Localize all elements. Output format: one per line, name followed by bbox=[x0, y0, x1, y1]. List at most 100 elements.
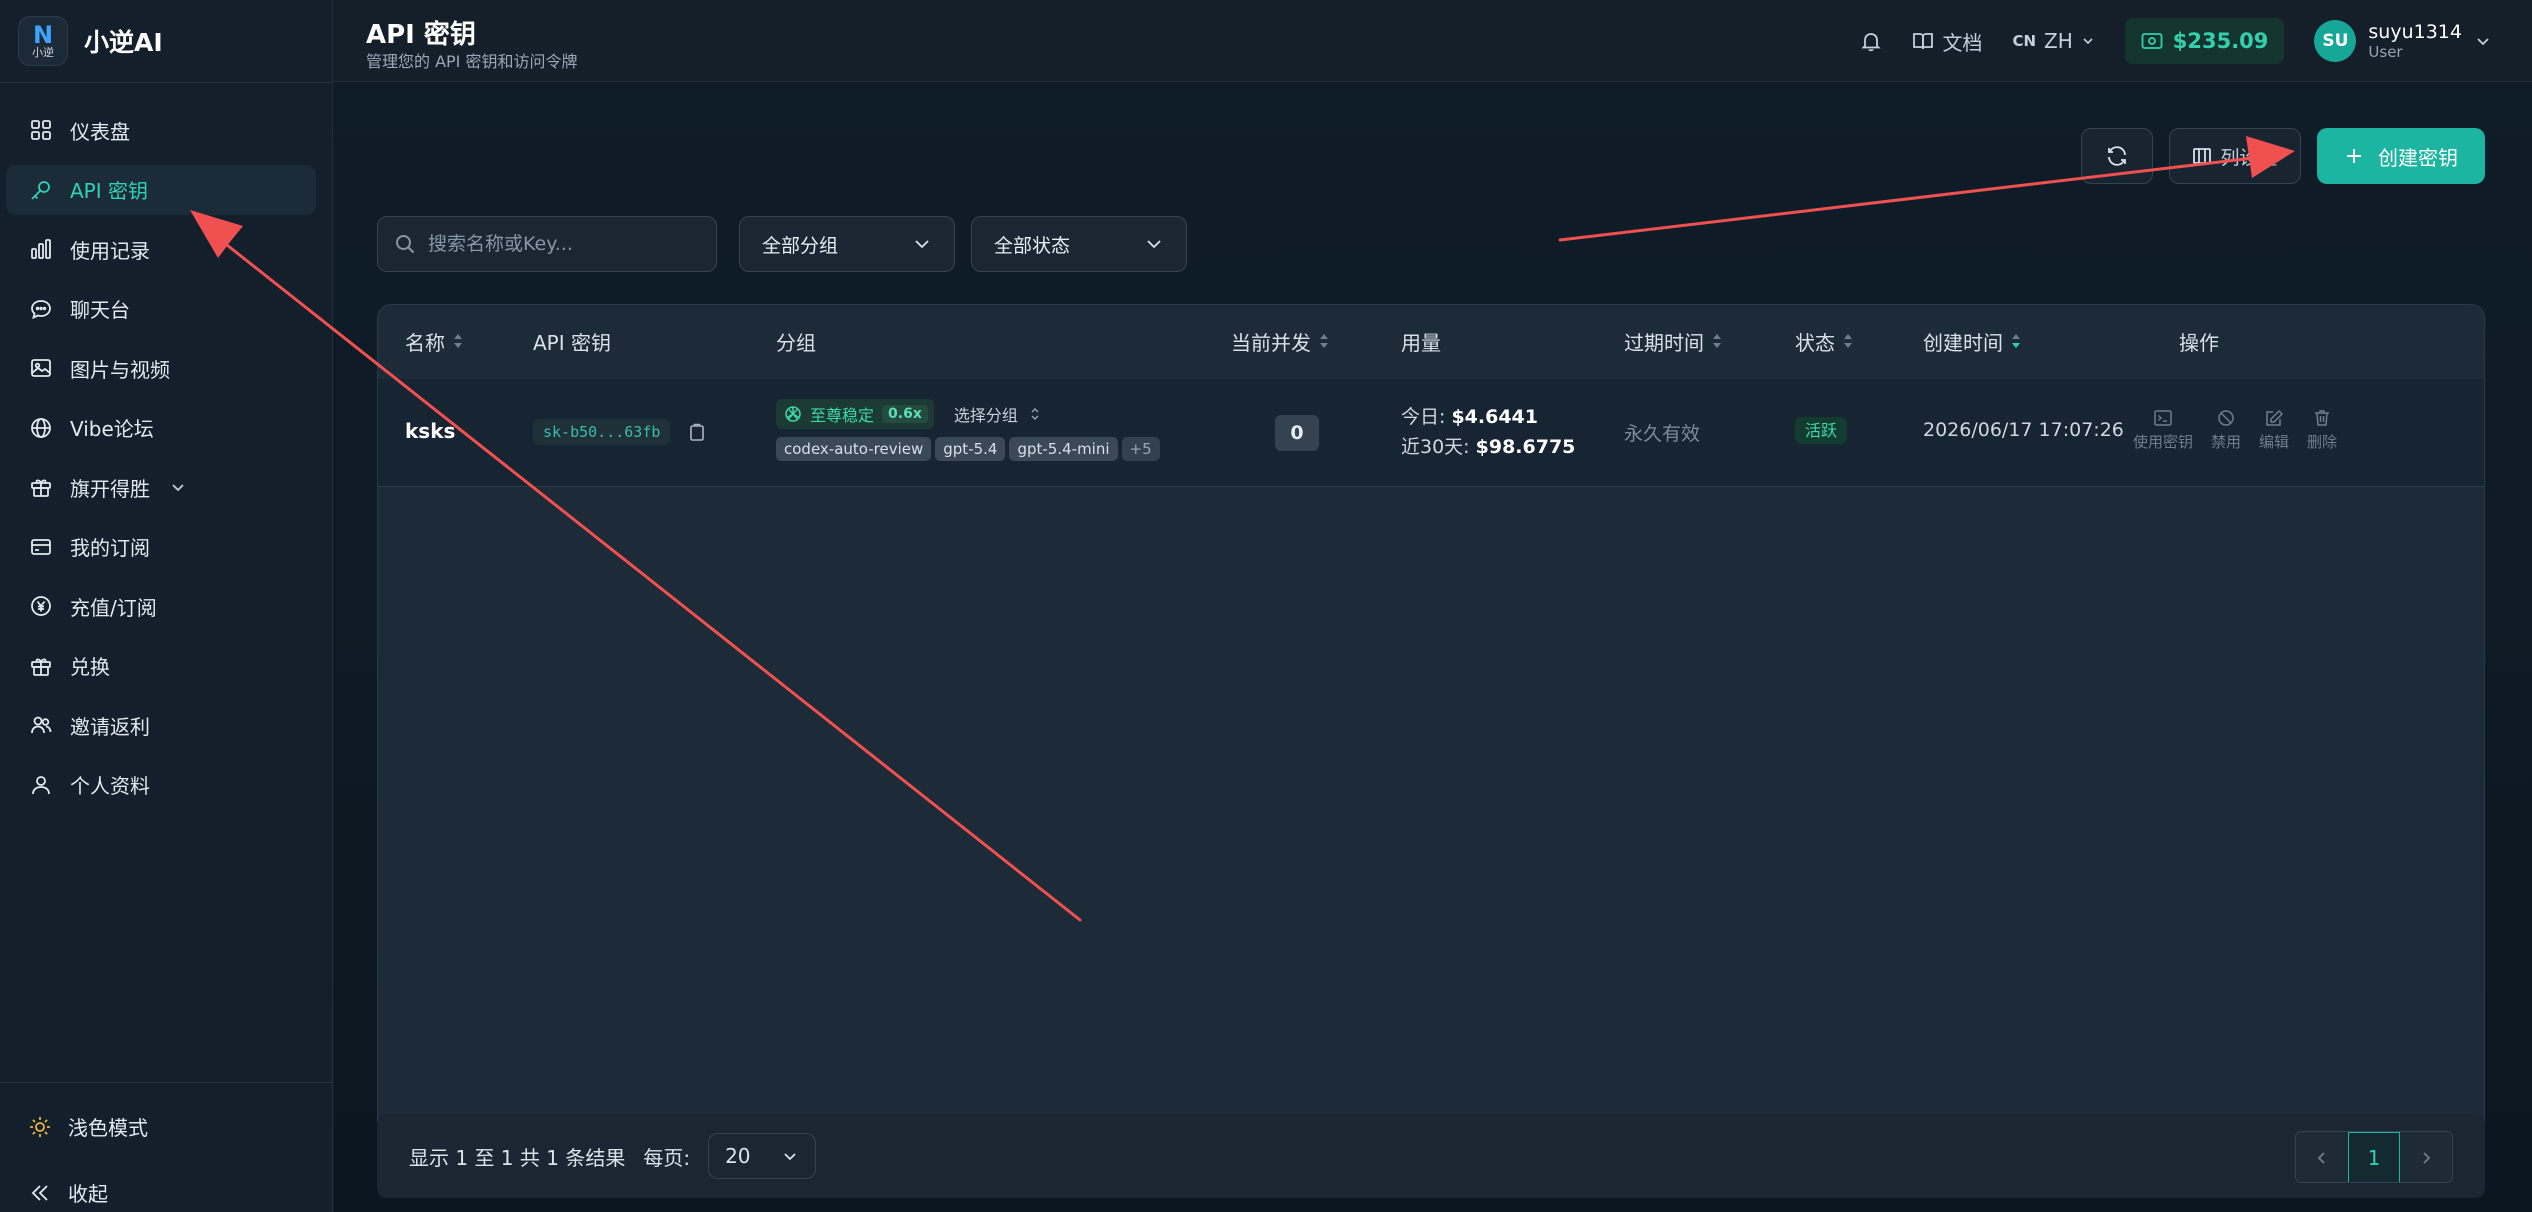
language-switcher[interactable]: CN ZH bbox=[2012, 29, 2094, 53]
sort-icon bbox=[1712, 332, 1722, 350]
sidebar-item-label: 我的订阅 bbox=[70, 536, 150, 560]
chevron-right-icon bbox=[2418, 1150, 2434, 1166]
column-header-label: 用量 bbox=[1401, 330, 1441, 355]
user-info: suyu1314 User bbox=[2368, 21, 2462, 61]
group-ratio: 0.6x bbox=[882, 405, 928, 423]
edit-label: 编辑 bbox=[2259, 433, 2290, 451]
sun-icon bbox=[28, 1115, 52, 1139]
chevron-down-icon bbox=[2081, 34, 2095, 48]
key-cell: sk-b50...63fb bbox=[533, 419, 706, 445]
user-menu[interactable]: SU suyu1314 User bbox=[2314, 20, 2492, 62]
status-filter-value: 全部状态 bbox=[994, 234, 1071, 257]
column-header-key: API 密钥 bbox=[533, 305, 611, 377]
notification-button[interactable] bbox=[1860, 30, 1882, 52]
docs-link[interactable]: 文档 bbox=[1912, 27, 1982, 56]
column-header-group: 分组 bbox=[776, 305, 816, 377]
column-settings-button[interactable]: 列设置 bbox=[2169, 128, 2301, 184]
page-button-current[interactable]: 1 bbox=[2348, 1132, 2400, 1182]
chat-icon bbox=[28, 296, 54, 322]
prev-page-button[interactable] bbox=[2296, 1132, 2348, 1182]
api-keys-table: 名称 API 密钥 分组 当前并发 用量 过期时间 状态 创建时间 操作 ksk… bbox=[377, 304, 2485, 1165]
status-badge: 活跃 bbox=[1795, 417, 1848, 444]
column-header-created[interactable]: 创建时间 bbox=[1923, 305, 2021, 377]
search-input[interactable] bbox=[428, 233, 698, 255]
select-group-dropdown[interactable]: 选择分组 bbox=[954, 402, 1040, 426]
user-role: User bbox=[2368, 43, 2403, 61]
dashboard-icon bbox=[28, 117, 54, 143]
refresh-button[interactable] bbox=[2081, 128, 2153, 184]
page-title: API 密钥 bbox=[366, 20, 476, 50]
sort-icon bbox=[1843, 332, 1853, 350]
column-header-label: API 密钥 bbox=[533, 330, 611, 355]
sidebar-item-api-keys[interactable]: API 密钥 bbox=[6, 164, 316, 215]
chevron-down-icon bbox=[170, 479, 186, 495]
sidebar-item-profile[interactable]: 个人资料 bbox=[6, 760, 316, 810]
sidebar-item-promo[interactable]: 旗开得胜 bbox=[6, 462, 316, 512]
copy-icon[interactable] bbox=[688, 422, 706, 442]
create-key-button[interactable]: 创建密钥 bbox=[2317, 128, 2485, 184]
sidebar-item-dashboard[interactable]: 仪表盘 bbox=[6, 105, 316, 155]
balance-badge[interactable]: $235.09 bbox=[2124, 18, 2285, 64]
group-filter-select[interactable]: 全部分组 bbox=[739, 216, 955, 272]
sidebar-item-subscriptions[interactable]: 我的订阅 bbox=[6, 522, 316, 572]
divider bbox=[0, 1082, 333, 1083]
search-icon bbox=[394, 233, 416, 255]
column-header-label: 当前并发 bbox=[1231, 330, 1311, 355]
column-header-name[interactable]: 名称 bbox=[405, 305, 463, 377]
column-header-usage: 用量 bbox=[1401, 305, 1441, 377]
brand-logo-sub: 小逆 bbox=[32, 46, 54, 59]
more-tags-badge[interactable]: +5 bbox=[1121, 437, 1160, 461]
next-page-button[interactable] bbox=[2400, 1132, 2452, 1182]
openai-icon bbox=[784, 405, 802, 423]
sidebar-item-media[interactable]: 图片与视频 bbox=[6, 343, 316, 393]
column-header-actions: 操作 bbox=[2179, 305, 2219, 377]
pagination-bar: 显示 1 至 1 共 1 条结果 每页: 20 1 bbox=[377, 1114, 2485, 1198]
sidebar-item-recharge[interactable]: 充值/订阅 bbox=[6, 581, 316, 631]
group-cell: 至尊稳定 0.6x 选择分组 codex-auto-review gpt-5.4 g… bbox=[776, 399, 1164, 461]
column-header-label: 创建时间 bbox=[1923, 330, 2003, 355]
gift-icon bbox=[28, 474, 54, 500]
sidebar-item-label: API 密钥 bbox=[70, 179, 148, 203]
chevron-down-icon bbox=[781, 1147, 799, 1165]
column-header-expiry[interactable]: 过期时间 bbox=[1624, 305, 1722, 377]
brand[interactable]: N 小逆 小逆AI bbox=[18, 16, 163, 66]
brand-name: 小逆AI bbox=[84, 28, 163, 57]
avatar: SU bbox=[2314, 20, 2357, 62]
sidebar-item-label: 兑换 bbox=[70, 655, 110, 679]
edit-button[interactable]: 编辑 bbox=[2259, 409, 2289, 452]
status-filter-select[interactable]: 全部状态 bbox=[971, 216, 1187, 272]
chevron-left-icon bbox=[2314, 1150, 2330, 1166]
sidebar-item-redeem[interactable]: 兑换 bbox=[6, 641, 316, 691]
pagination-info: 显示 1 至 1 共 1 条结果 每页: 20 bbox=[409, 1114, 817, 1198]
create-key-label: 创建密钥 bbox=[2378, 145, 2458, 170]
column-header-label: 名称 bbox=[405, 330, 445, 355]
result-summary: 显示 1 至 1 共 1 条结果 bbox=[409, 1145, 626, 1170]
column-header-status[interactable]: 状态 bbox=[1795, 305, 1853, 377]
sidebar-item-label: 使用记录 bbox=[70, 238, 150, 263]
collapse-button[interactable]: 收起 bbox=[28, 1178, 108, 1207]
key-name: ksks bbox=[405, 419, 456, 443]
per-page-select[interactable]: 20 bbox=[708, 1133, 817, 1179]
sort-icon bbox=[453, 332, 463, 350]
column-header-concurrency[interactable]: 当前并发 bbox=[1231, 305, 1329, 377]
sidebar-item-label: 个人资料 bbox=[70, 774, 150, 798]
sidebar-item-forum[interactable]: Vibe论坛 bbox=[6, 403, 316, 453]
chevron-updown-icon bbox=[1030, 406, 1040, 422]
language-label: ZH bbox=[2044, 29, 2073, 53]
row-actions: 使用密钥 禁用 编辑 删除 bbox=[2133, 409, 2337, 452]
sidebar-item-referral[interactable]: 邀请返利 bbox=[6, 700, 316, 750]
use-key-button[interactable]: 使用密钥 bbox=[2133, 409, 2193, 452]
expiry-value: 永久有效 bbox=[1624, 423, 1701, 445]
theme-toggle[interactable]: 浅色模式 bbox=[28, 1112, 148, 1141]
collapse-label: 收起 bbox=[68, 1182, 108, 1206]
group-badge[interactable]: 至尊稳定 0.6x bbox=[776, 399, 934, 429]
disable-label: 禁用 bbox=[2211, 433, 2242, 451]
model-tags: codex-auto-review gpt-5.4 gpt-5.4-mini +5 bbox=[776, 437, 1164, 461]
disable-button[interactable]: 禁用 bbox=[2211, 409, 2241, 452]
sidebar-item-chat[interactable]: 聊天台 bbox=[6, 284, 316, 334]
sidebar-item-usage[interactable]: 使用记录 bbox=[6, 224, 316, 274]
divider bbox=[0, 82, 333, 83]
sidebar: N 小逆 小逆AI 仪表盘 API 密钥 使用记录 聊天台 图片与视频 Vibe… bbox=[0, 0, 333, 1212]
delete-button[interactable]: 删除 bbox=[2307, 409, 2337, 452]
per-page-value: 20 bbox=[725, 1144, 751, 1168]
